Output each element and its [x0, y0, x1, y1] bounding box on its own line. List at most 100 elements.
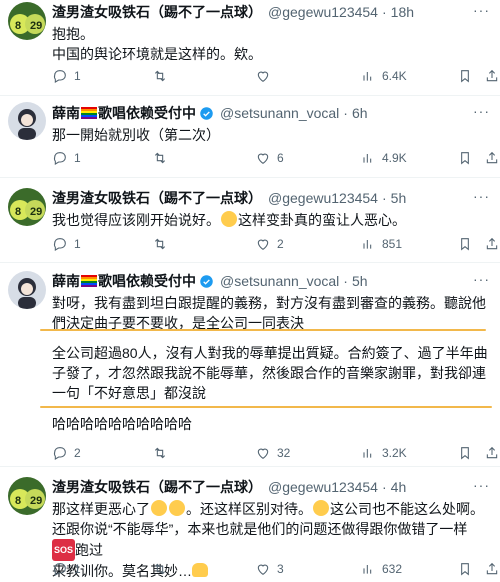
tweet-header: 渣男渣女吸铁石（踢不了一点球） @gegewu123454 · 4h — [52, 477, 490, 497]
reply-button[interactable]: 1 — [52, 66, 81, 86]
tweet-4[interactable]: 薛南 歌唱依赖受付中 @setsunann_vocal · 5h ··· 對呀，我… — [0, 263, 500, 465]
bookmark-button[interactable] — [457, 148, 473, 168]
verified-badge-icon — [200, 106, 213, 120]
tweet-text: 抱抱。 中国的舆论环境就是这样的。欸。 — [52, 26, 262, 62]
more-options-icon[interactable]: ··· — [473, 271, 490, 287]
separator-dot: · — [343, 273, 348, 289]
retweet-button[interactable] — [152, 559, 174, 579]
rofl-emoji-icon — [151, 500, 167, 516]
view-count: 4.9K — [382, 151, 407, 165]
rofl-emoji-icon — [313, 500, 329, 516]
views-button[interactable]: 3.2K — [360, 443, 407, 463]
share-button[interactable] — [484, 148, 500, 168]
share-button[interactable] — [484, 66, 500, 86]
avatar[interactable]: 8 29 — [8, 188, 46, 226]
views-button[interactable]: 4.9K — [360, 148, 407, 168]
more-options-icon[interactable]: ··· — [473, 477, 490, 493]
user-handle[interactable]: @gegewu123454 — [268, 479, 378, 495]
reply-button[interactable]: 1 — [52, 234, 81, 254]
separator-dot: · — [343, 105, 348, 121]
avatar[interactable]: 8 29 — [8, 2, 46, 40]
user-handle[interactable]: @gegewu123454 — [268, 4, 378, 20]
tweet-header: 渣男渣女吸铁石（踢不了一点球） @gegewu123454 · 5h — [52, 188, 490, 208]
tweet-5[interactable]: 8 29 渣男渣女吸铁石（踢不了一点球） @gegewu123454 · 4h … — [0, 467, 500, 582]
display-name[interactable]: 薛南 歌唱依赖受付中 — [52, 271, 196, 291]
more-options-icon[interactable]: ··· — [473, 188, 490, 204]
text-part: 那这样更恶心了 — [52, 501, 150, 517]
share-button[interactable] — [484, 559, 500, 579]
rofl-emoji-icon — [221, 211, 237, 227]
bookmark-button[interactable] — [457, 443, 473, 463]
tweet-2[interactable]: 薛南 歌唱依赖受付中 @setsunann_vocal · 6h ··· 那一開始… — [0, 96, 500, 176]
retweet-icon — [154, 563, 166, 575]
avatar[interactable] — [8, 271, 46, 309]
bookmark-button[interactable] — [457, 66, 473, 86]
user-handle[interactable]: @gegewu123454 — [268, 190, 378, 206]
tweet-3[interactable]: 8 29 渣男渣女吸铁石（踢不了一点球） @gegewu123454 · 5h … — [0, 178, 500, 260]
tweet-actions: 2 32 3.2K — [52, 443, 500, 463]
avatar[interactable] — [8, 102, 46, 140]
views-button[interactable]: 632 — [360, 559, 402, 579]
share-icon — [486, 151, 498, 164]
user-handle[interactable]: @setsunann_vocal — [220, 273, 339, 289]
view-count: 632 — [382, 562, 403, 576]
sos-emoji-icon: SOS — [52, 539, 76, 561]
tweet-1[interactable]: 8 29 渣男渣女吸铁石（踢不了一点球） @gegewu123454 · 18h… — [0, 0, 500, 95]
reply-button[interactable]: 1 — [52, 559, 81, 579]
views-button[interactable]: 851 — [360, 234, 402, 254]
timestamp[interactable]: 6h — [352, 105, 368, 121]
retweet-icon — [154, 70, 166, 82]
views-button[interactable]: 6.4K — [360, 66, 407, 86]
display-name[interactable]: 渣男渣女吸铁石（踢不了一点球） — [52, 188, 262, 208]
retweet-button[interactable] — [152, 443, 174, 463]
retweet-button[interactable] — [152, 66, 174, 86]
timestamp[interactable]: 18h — [391, 4, 414, 20]
tweet-header: 薛南 歌唱依赖受付中 @setsunann_vocal · 6h — [52, 103, 490, 123]
tweet-header: 薛南 歌唱依赖受付中 @setsunann_vocal · 5h — [52, 271, 490, 291]
text-part: 这公司也不能这么处啊。 — [330, 501, 484, 517]
retweet-button[interactable] — [152, 148, 174, 168]
reply-button[interactable]: 1 — [52, 148, 81, 168]
tweet-text: 那一開始就別收（第二次） — [52, 127, 220, 143]
view-count: 6.4K — [382, 69, 407, 83]
like-button[interactable]: 6 — [255, 148, 284, 168]
text-part: 这样变卦真的蛮让人恶心。 — [238, 212, 406, 228]
like-button[interactable]: 3 — [255, 559, 284, 579]
tweet-actions: 1 2 851 — [52, 234, 500, 254]
views-icon — [363, 449, 372, 458]
like-button[interactable]: 32 — [255, 443, 290, 463]
timestamp[interactable]: 4h — [391, 479, 407, 495]
heart-icon — [257, 71, 269, 82]
reply-count: 1 — [74, 69, 81, 83]
heart-icon — [257, 239, 269, 250]
share-button[interactable] — [484, 234, 500, 254]
timestamp[interactable]: 5h — [391, 190, 407, 206]
more-options-icon[interactable]: ··· — [473, 2, 490, 18]
views-icon — [363, 240, 372, 249]
retweet-icon — [154, 152, 166, 164]
svg-text:29: 29 — [30, 495, 42, 507]
timestamp[interactable]: 5h — [352, 273, 368, 289]
bookmark-button[interactable] — [457, 234, 473, 254]
reply-count: 2 — [74, 446, 81, 460]
bookmark-button[interactable] — [457, 559, 473, 579]
share-button[interactable] — [484, 443, 500, 463]
like-button[interactable]: 2 — [255, 234, 284, 254]
highlight-underline — [40, 329, 486, 331]
user-handle[interactable]: @setsunann_vocal — [220, 105, 339, 121]
rainbow-flag-icon — [81, 107, 97, 119]
share-icon — [486, 446, 498, 459]
reply-button[interactable]: 2 — [52, 443, 81, 463]
more-options-icon[interactable]: ··· — [473, 103, 490, 119]
retweet-button[interactable] — [152, 234, 174, 254]
display-name[interactable]: 渣男渣女吸铁石（踢不了一点球） — [52, 477, 262, 497]
tweet-actions: 1 6.4K — [52, 66, 500, 86]
reply-count: 1 — [74, 237, 81, 251]
like-button[interactable] — [255, 66, 277, 86]
view-count: 851 — [382, 237, 403, 251]
display-name[interactable]: 渣男渣女吸铁石（踢不了一点球） — [52, 2, 262, 22]
retweet-icon — [154, 238, 166, 250]
avatar[interactable]: 8 29 — [8, 477, 46, 515]
display-name[interactable]: 薛南 歌唱依赖受付中 — [52, 103, 196, 123]
heart-icon — [257, 564, 269, 575]
